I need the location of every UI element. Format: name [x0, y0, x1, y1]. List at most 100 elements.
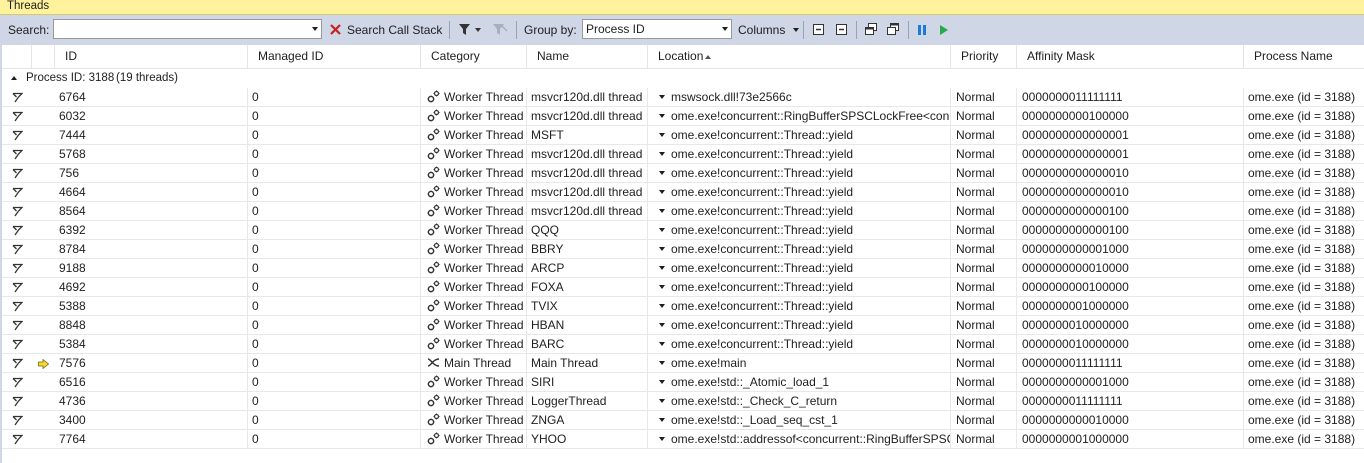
table-row[interactable]: 4736 0 Worker Thread LoggerThread ome.exe!st…	[2, 392, 1364, 411]
expand-location-icon[interactable]	[659, 228, 665, 232]
table-row[interactable]: 5768 0 Worker Thread msvcr120d.dll thread om…	[2, 145, 1364, 164]
group-by-select[interactable]: Process ID	[582, 19, 732, 39]
flag-icon[interactable]	[12, 415, 24, 429]
cell-priority: Normal	[951, 126, 1017, 144]
flag-icon[interactable]	[12, 130, 24, 144]
table-row[interactable]: 8784 0 Worker Thread BBRY ome.exe!concurrent…	[2, 240, 1364, 259]
flag-icon[interactable]	[12, 263, 24, 277]
flag-icon[interactable]	[12, 225, 24, 239]
table-row[interactable]: 6764 0 Worker Thread msvcr120d.dll thread ms…	[2, 88, 1364, 107]
pause-button[interactable]	[917, 15, 927, 45]
flag-icon[interactable]	[12, 282, 24, 296]
column-header-category[interactable]: Category	[421, 45, 527, 68]
column-header-current[interactable]	[32, 45, 55, 68]
table-row[interactable]: 5384 0 Worker Thread BARC ome.exe!concurrent…	[2, 335, 1364, 354]
expand-location-icon[interactable]	[659, 190, 665, 194]
flag-icon[interactable]	[12, 92, 24, 106]
column-header-id[interactable]: ID	[55, 45, 248, 68]
table-row[interactable]: 8564 0 Worker Thread msvcr120d.dll thread om…	[2, 202, 1364, 221]
table-row[interactable]: 5388 0 Worker Thread TVIX ome.exe!concurrent…	[2, 297, 1364, 316]
expand-location-icon[interactable]	[659, 380, 665, 384]
flag-icon[interactable]	[12, 320, 24, 334]
table-row[interactable]: 4692 0 Worker Thread FOXA ome.exe!concurrent…	[2, 278, 1364, 297]
collapse-caret-icon[interactable]	[11, 76, 17, 80]
cell-id: 3400	[55, 411, 248, 429]
cell-location: ome.exe!concurrent::Thread::yield	[648, 259, 951, 277]
search-label: Search:	[8, 23, 50, 37]
column-header-affinity-mask[interactable]: Affinity Mask	[1017, 45, 1244, 68]
column-header-managed-id[interactable]: Managed ID	[248, 45, 421, 68]
expand-location-icon[interactable]	[659, 247, 665, 251]
flag-icon[interactable]	[12, 434, 24, 448]
table-row[interactable]: 6392 0 Worker Thread QQQ ome.exe!concurrent:…	[2, 221, 1364, 240]
expand-location-icon[interactable]	[659, 171, 665, 175]
search-input[interactable]	[53, 19, 322, 39]
table-row[interactable]: 6516 0 Worker Thread SIRI ome.exe!std::_Atom…	[2, 373, 1364, 392]
expand-location-icon[interactable]	[659, 304, 665, 308]
cell-managed-id: 0	[248, 259, 421, 277]
column-header-priority[interactable]: Priority	[951, 45, 1017, 68]
column-header-location[interactable]: Location	[648, 45, 951, 68]
table-row[interactable]: 7576 0 Main Thread Main Thread ome.exe!main N…	[2, 354, 1364, 373]
expand-location-icon[interactable]	[659, 418, 665, 422]
flag-icon[interactable]	[12, 396, 24, 410]
collapse-groups-button[interactable]	[835, 15, 848, 45]
cell-priority: Normal	[951, 316, 1017, 334]
flag-icon[interactable]	[12, 339, 24, 353]
flag-icon[interactable]	[12, 187, 24, 201]
filter-clear-button[interactable]	[492, 15, 508, 45]
expand-location-icon[interactable]	[659, 323, 665, 327]
cell-affinity-mask-text: 0000000000000100	[1022, 204, 1129, 218]
flag-icon[interactable]	[12, 149, 24, 163]
expand-location-icon[interactable]	[659, 285, 665, 289]
expand-location-icon[interactable]	[659, 342, 665, 346]
expand-location-icon[interactable]	[659, 209, 665, 213]
group-header[interactable]: Process ID: 3188 (19 threads)	[2, 69, 1364, 87]
flag-icon[interactable]	[12, 377, 24, 391]
expand-location-icon[interactable]	[659, 152, 665, 156]
column-header-flag[interactable]	[2, 45, 32, 68]
table-row[interactable]: 7444 0 Worker Thread MSFT ome.exe!concurrent…	[2, 126, 1364, 145]
cell-category-text: Worker Thread	[444, 109, 524, 123]
cell-priority: Normal	[951, 430, 1017, 448]
table-row[interactable]: 756 0 Worker Thread msvcr120d.dll thread ome…	[2, 164, 1364, 183]
expand-location-icon[interactable]	[659, 361, 665, 365]
expand-location-icon[interactable]	[659, 437, 665, 441]
table-row[interactable]: 4664 0 Worker Thread msvcr120d.dll thread om…	[2, 183, 1364, 202]
chevron-down-icon[interactable]	[312, 27, 318, 31]
expand-location-icon[interactable]	[659, 95, 665, 99]
cell-process-name: ome.exe (id = 3188)	[1244, 297, 1364, 315]
flag-icon[interactable]	[12, 168, 24, 182]
chevron-down-icon[interactable]	[722, 27, 728, 31]
expand-location-icon[interactable]	[659, 133, 665, 137]
cell-name: FOXA	[527, 278, 648, 296]
expand-location-icon[interactable]	[659, 114, 665, 118]
flag-icon[interactable]	[12, 206, 24, 220]
cell-priority-text: Normal	[956, 90, 995, 104]
flag-icon[interactable]	[12, 358, 24, 372]
table-row[interactable]: 6032 0 Worker Thread msvcr120d.dll thread om…	[2, 107, 1364, 126]
column-header-process-name[interactable]: Process Name	[1244, 45, 1364, 68]
play-button[interactable]	[939, 15, 949, 45]
table-row[interactable]: 9188 0 Worker Thread ARCP ome.exe!concurrent…	[2, 259, 1364, 278]
cell-name: SIRI	[527, 373, 648, 391]
table-row[interactable]: 8848 0 Worker Thread HBAN ome.exe!concurrent…	[2, 316, 1364, 335]
search-call-stack-button[interactable]: Search Call Stack	[329, 15, 442, 45]
cell-priority: Normal	[951, 297, 1017, 315]
column-header-name[interactable]: Name	[527, 45, 648, 68]
expand-location-icon[interactable]	[659, 399, 665, 403]
worker-thread-icon	[427, 166, 440, 179]
freeze-threads-button[interactable]	[864, 15, 878, 45]
flag-icon[interactable]	[12, 111, 24, 125]
expand-groups-button[interactable]	[812, 15, 825, 45]
flag-icon[interactable]	[12, 244, 24, 258]
table-row[interactable]: 7764 0 Worker Thread YHOO ome.exe!std::addre…	[2, 430, 1364, 449]
expand-location-icon[interactable]	[659, 266, 665, 270]
table-row[interactable]: 3400 0 Worker Thread ZNGA ome.exe!std::_Load…	[2, 411, 1364, 430]
columns-button[interactable]: Columns	[738, 15, 800, 45]
chevron-down-icon	[792, 28, 799, 32]
cell-affinity-mask-text: 0000000011111111	[1022, 90, 1123, 104]
thaw-threads-button[interactable]	[886, 15, 900, 45]
flag-icon[interactable]	[12, 301, 24, 315]
filter-button[interactable]	[458, 15, 482, 45]
